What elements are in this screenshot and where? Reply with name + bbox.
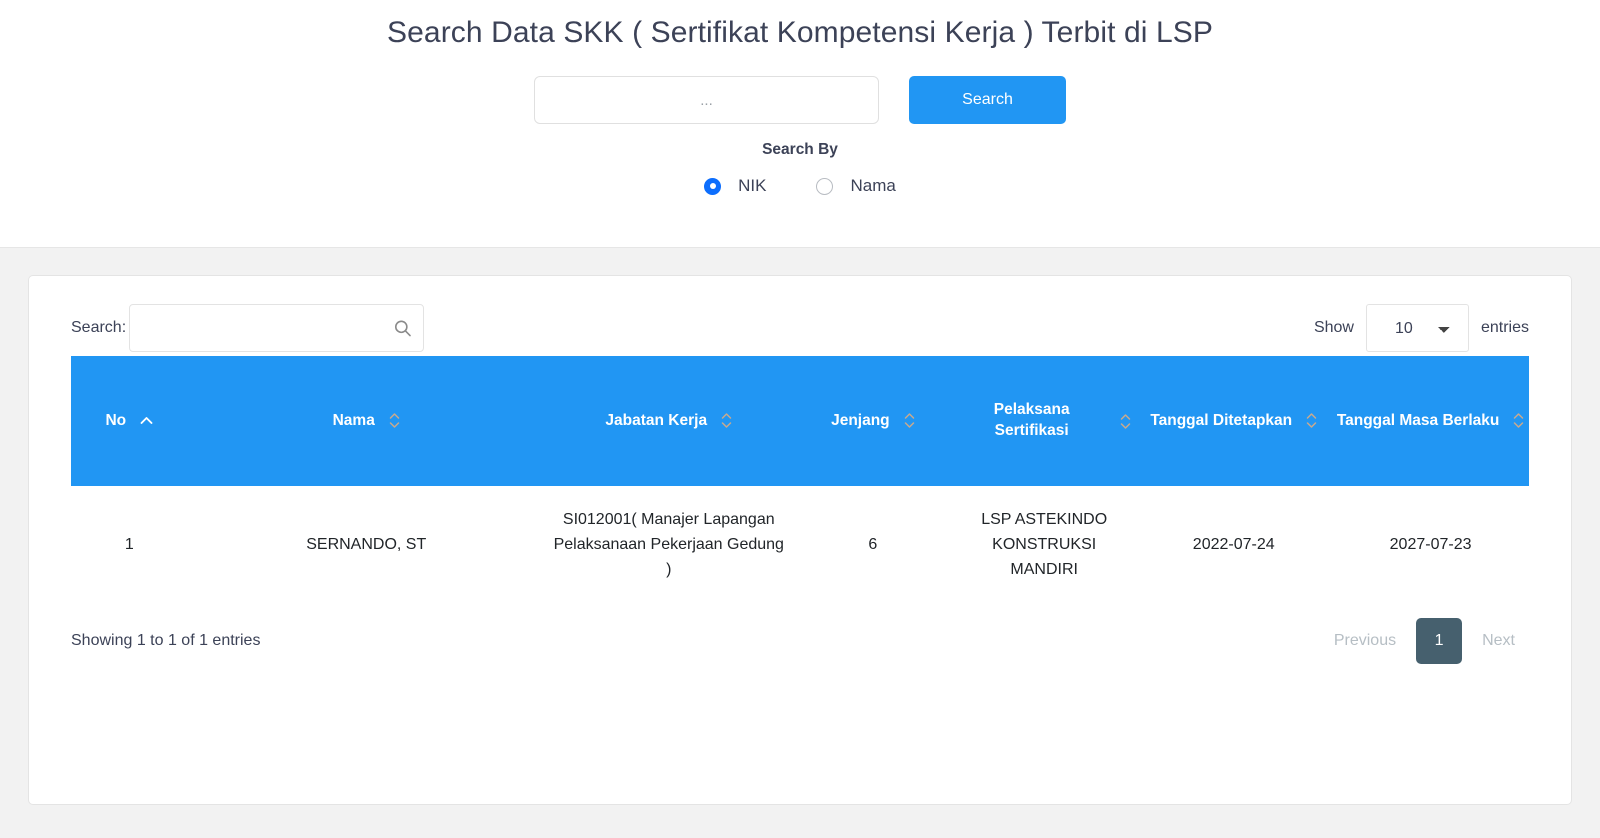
table-filter-input-wrap: [129, 304, 425, 352]
column-label-nama: Nama: [332, 411, 375, 429]
radio-nik-label: NIK: [738, 176, 767, 195]
table-length-control: Show 10 entries: [1314, 304, 1529, 352]
pagination-next[interactable]: Next: [1468, 632, 1529, 650]
pagination-page-1[interactable]: 1: [1416, 618, 1463, 665]
radio-option-nik[interactable]: NIK: [704, 176, 766, 196]
search-button[interactable]: Search: [909, 76, 1066, 124]
search-by-radio-group: NIK Nama: [0, 176, 1600, 196]
entries-per-page-select[interactable]: 10: [1365, 304, 1469, 352]
radio-option-nama[interactable]: Nama: [816, 176, 896, 196]
column-label-tanggal-ditetapkan: Tanggal Ditetapkan: [1150, 411, 1293, 429]
hero-section: Search Data SKK ( Sertifikat Kompetensi …: [0, 0, 1600, 248]
cell-no: 1: [124, 535, 134, 553]
cell-jenjang: 6: [868, 535, 878, 553]
hero-search-row: Search: [0, 76, 1600, 124]
table-filter: Search:: [71, 304, 425, 352]
cell-tanggal-masa-berlaku: 2027-07-23: [1389, 535, 1472, 553]
pagination-previous[interactable]: Previous: [1320, 632, 1410, 650]
sort-none-icon: [1513, 412, 1524, 429]
cell-tanggal-ditetapkan: 2022-07-24: [1192, 535, 1275, 553]
table-head: No Nama Jabatan Kerja Jenjang Pelaksana …: [71, 356, 1529, 486]
cell-pelaksana-sertifikasi: LSP ASTEKINDO KONSTRUKSI MANDIRI: [981, 511, 1108, 578]
table-body: 1 SERNANDO, ST SI012001( Manajer Lapanga…: [71, 486, 1529, 604]
column-label-pelaksana-sertifikasi: Pelaksana Sertifikasi: [993, 401, 1070, 439]
sort-none-icon: [721, 412, 732, 429]
pagination: Previous 1 Next: [1320, 618, 1529, 665]
entries-label: entries: [1480, 319, 1529, 336]
column-label-jenjang: Jenjang: [831, 411, 890, 429]
sort-none-icon: [1120, 413, 1131, 430]
table-filter-label: Search:: [71, 319, 127, 336]
sort-ascending-icon: [140, 416, 153, 425]
cell-nama: SERNANDO, ST: [306, 535, 427, 553]
column-label-tanggal-masa-berlaku: Tanggal Masa Berlaku: [1336, 411, 1500, 429]
results-card: Search: Show 10 entries No Nama Jabatan …: [28, 275, 1572, 805]
column-header-no[interactable]: No: [71, 356, 188, 486]
show-label: Show: [1313, 319, 1354, 336]
page-title: Search Data SKK ( Sertifikat Kompetensi …: [387, 16, 1213, 49]
column-header-pelaksana-sertifikasi[interactable]: Pelaksana Sertifikasi: [953, 356, 1136, 486]
table-controls: Search: Show 10 entries: [29, 300, 1571, 356]
table-row[interactable]: 1 SERNANDO, ST SI012001( Manajer Lapanga…: [71, 486, 1529, 604]
table-wrapper: No Nama Jabatan Kerja Jenjang Pelaksana …: [29, 356, 1571, 604]
column-label-jabatan-kerja: Jabatan Kerja: [605, 411, 708, 429]
sort-none-icon: [1306, 412, 1317, 429]
table-footer: Showing 1 to 1 of 1 entries Previous 1 N…: [29, 610, 1571, 665]
column-header-nama[interactable]: Nama: [187, 356, 545, 486]
radio-nama-label: Nama: [850, 176, 896, 195]
main-search-input[interactable]: [534, 76, 879, 124]
table-info: Showing 1 to 1 of 1 entries: [71, 632, 261, 650]
skk-results-table: No Nama Jabatan Kerja Jenjang Pelaksana …: [71, 356, 1529, 604]
column-header-tanggal-ditetapkan[interactable]: Tanggal Ditetapkan: [1135, 356, 1333, 486]
sort-none-icon: [904, 412, 915, 429]
search-by-label: Search By: [762, 141, 838, 158]
cell-jabatan-kerja: SI012001( Manajer Lapangan Pelaksanaan P…: [553, 511, 784, 578]
column-header-jenjang[interactable]: Jenjang: [792, 356, 954, 486]
content-area: Search: Show 10 entries No Nama Jabatan …: [0, 248, 1600, 838]
column-header-tanggal-masa-berlaku[interactable]: Tanggal Masa Berlaku: [1332, 356, 1529, 486]
column-header-jabatan-kerja[interactable]: Jabatan Kerja: [544, 356, 793, 486]
radio-nama-indicator[interactable]: [816, 177, 834, 195]
column-label-no: No: [105, 411, 127, 429]
radio-nik-indicator[interactable]: [704, 177, 722, 195]
sort-none-icon: [389, 412, 400, 429]
table-search-input[interactable]: [129, 304, 425, 352]
table-header-row: No Nama Jabatan Kerja Jenjang Pelaksana …: [71, 356, 1529, 486]
